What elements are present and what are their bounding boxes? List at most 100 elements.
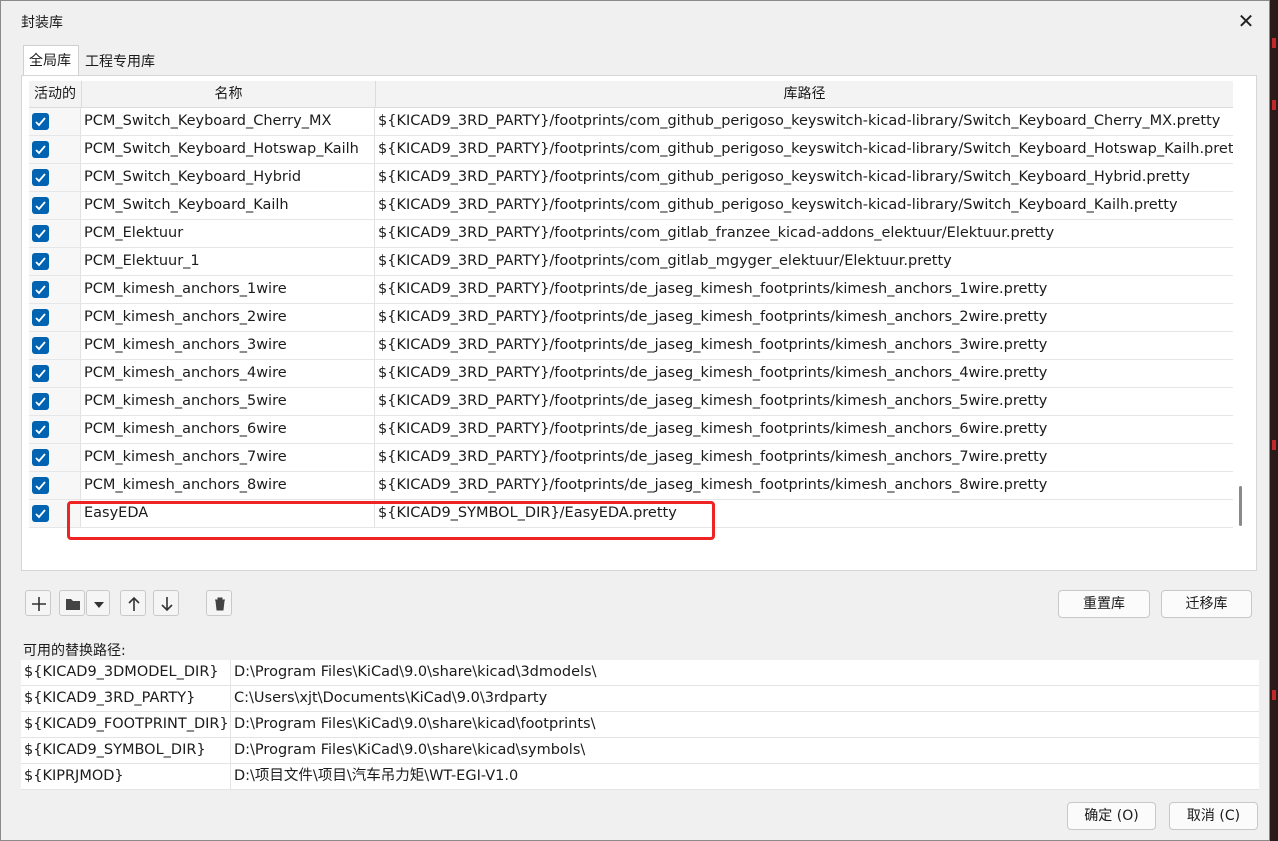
table-row[interactable]: PCM_kimesh_anchors_8wire ${KICAD9_3RD_PAR… [29,472,1233,500]
substitution-row[interactable]: ${KIPRJMOD} D:\项目文件\项目\汽车吊力矩\WT-EGI-V1.0 [21,764,1259,790]
active-checkbox[interactable] [32,113,49,130]
table-row[interactable]: PCM_Switch_Keyboard_Hybrid ${KICAD9_3RD_P… [29,164,1233,192]
active-checkbox[interactable] [32,253,49,270]
move-down-button[interactable] [153,590,179,616]
library-name-cell[interactable]: PCM_kimesh_anchors_4wire [82,360,375,387]
tab-global-libraries[interactable]: 全局库 [23,45,79,76]
library-name-cell[interactable]: PCM_kimesh_anchors_5wire [82,388,375,415]
substitution-value: D:\Program Files\KiCad\9.0\share\kicad\s… [234,742,586,758]
active-cell [29,192,81,219]
active-checkbox[interactable] [32,197,49,214]
table-row[interactable]: PCM_kimesh_anchors_2wire ${KICAD9_3RD_PAR… [29,304,1233,332]
library-table-panel: 活动的 名称 库路径 PCM_Switch_Keyboard_Cherry_MX… [21,75,1257,571]
table-row[interactable]: PCM_kimesh_anchors_3wire ${KICAD9_3RD_PAR… [29,332,1233,360]
table-row[interactable]: PCM_Elektuur ${KICAD9_3RD_PARTY}/footprin… [29,220,1233,248]
substitution-value: D:\Program Files\KiCad\9.0\share\kicad\f… [234,716,596,732]
active-checkbox[interactable] [32,281,49,298]
migrate-libraries-button[interactable]: 迁移库 [1161,590,1252,618]
library-path-cell[interactable]: ${KICAD9_3RD_PARTY}/footprints/com_githu… [376,136,1233,163]
library-name-cell[interactable]: PCM_kimesh_anchors_8wire [82,472,375,499]
substitution-row[interactable]: ${KICAD9_SYMBOL_DIR} D:\Program Files\KiC… [21,738,1259,764]
substitution-value: D:\项目文件\项目\汽车吊力矩\WT-EGI-V1.0 [234,768,519,784]
active-checkbox[interactable] [32,225,49,242]
library-path-cell[interactable]: ${KICAD9_3RD_PARTY}/footprints/com_gitla… [376,248,1233,275]
library-path-cell[interactable]: ${KICAD9_3RD_PARTY}/footprints/de_jaseg_… [376,416,1233,443]
library-path-cell[interactable]: ${KICAD9_3RD_PARTY}/footprints/com_githu… [376,108,1233,135]
table-row[interactable]: PCM_Switch_Keyboard_Kailh ${KICAD9_3RD_PA… [29,192,1233,220]
reset-libraries-button[interactable]: 重置库 [1058,590,1150,618]
library-path-cell[interactable]: ${KICAD9_3RD_PARTY}/footprints/com_githu… [376,192,1233,219]
checkmark-icon [35,313,46,323]
delete-library-button[interactable] [206,590,232,616]
substitution-value: D:\Program Files\KiCad\9.0\share\kicad\3… [234,664,597,680]
library-name-cell[interactable]: PCM_Elektuur_1 [82,248,375,275]
column-header-active[interactable]: 活动的 [29,81,82,107]
library-path-cell[interactable]: ${KICAD9_3RD_PARTY}/footprints/de_jaseg_… [376,444,1233,471]
active-checkbox[interactable] [32,449,49,466]
library-path-cell[interactable]: ${KICAD9_3RD_PARTY}/footprints/de_jaseg_… [376,332,1233,359]
add-library-button[interactable] [25,590,51,616]
library-path-cell[interactable]: ${KICAD9_3RD_PARTY}/footprints/de_jaseg_… [376,276,1233,303]
table-row[interactable]: PCM_kimesh_anchors_1wire ${KICAD9_3RD_PAR… [29,276,1233,304]
library-path-cell[interactable]: ${KICAD9_3RD_PARTY}/footprints/com_gitla… [376,220,1233,247]
active-checkbox[interactable] [32,421,49,438]
substitution-row[interactable]: ${KICAD9_3RD_PARTY} C:\Users\xjt\Document… [21,686,1259,712]
active-checkbox[interactable] [32,309,49,326]
annotation-highlight-box [67,501,715,540]
table-row[interactable]: PCM_kimesh_anchors_5wire ${KICAD9_3RD_PAR… [29,388,1233,416]
checkmark-icon [35,257,46,267]
library-name-cell[interactable]: PCM_kimesh_anchors_7wire [82,444,375,471]
trash-icon [215,597,225,611]
checkmark-icon [35,481,46,491]
active-checkbox[interactable] [32,141,49,158]
table-row[interactable]: PCM_Switch_Keyboard_Cherry_MX ${KICAD9_3R… [29,108,1233,136]
table-row[interactable]: PCM_Elektuur_1 ${KICAD9_3RD_PARTY}/footpr… [29,248,1233,276]
vertical-scrollbar[interactable] [1239,486,1242,526]
column-header-name[interactable]: 名称 [82,81,376,107]
library-path-cell[interactable]: ${KICAD9_3RD_PARTY}/footprints/com_githu… [376,164,1233,191]
library-name-cell[interactable]: PCM_kimesh_anchors_2wire [82,304,375,331]
library-name-cell[interactable]: PCM_Switch_Keyboard_Kailh [82,192,375,219]
table-body: PCM_Switch_Keyboard_Cherry_MX ${KICAD9_3R… [29,108,1233,528]
library-name-cell[interactable]: PCM_kimesh_anchors_1wire [82,276,375,303]
library-path-cell[interactable]: ${KICAD9_3RD_PARTY}/footprints/de_jaseg_… [376,388,1233,415]
library-name-cell[interactable]: PCM_Elektuur [82,220,375,247]
checkmark-icon [35,369,46,379]
ok-button[interactable]: 确定 (O) [1067,802,1156,830]
active-checkbox[interactable] [32,505,49,522]
browse-library-button[interactable] [59,590,85,616]
library-name-cell[interactable]: PCM_Switch_Keyboard_Hotswap_Kailh [82,136,375,163]
library-path-cell[interactable]: ${KICAD9_3RD_PARTY}/footprints/de_jaseg_… [376,472,1233,499]
active-cell [29,136,81,163]
substitution-row[interactable]: ${KICAD9_FOOTPRINT_DIR} D:\Program Files\… [21,712,1259,738]
library-name-cell[interactable]: PCM_kimesh_anchors_6wire [82,416,375,443]
library-name-cell[interactable]: PCM_kimesh_anchors_3wire [82,332,375,359]
active-checkbox[interactable] [32,169,49,186]
cancel-button[interactable]: 取消 (C) [1169,802,1258,830]
table-row[interactable]: PCM_kimesh_anchors_6wire ${KICAD9_3RD_PAR… [29,416,1233,444]
table-row[interactable]: PCM_Switch_Keyboard_Hotswap_Kailh ${KICAD… [29,136,1233,164]
checkmark-icon [35,145,46,155]
active-cell [29,360,81,387]
active-checkbox[interactable] [32,337,49,354]
table-row[interactable]: PCM_kimesh_anchors_4wire ${KICAD9_3RD_PAR… [29,360,1233,388]
arrow-up-icon [128,596,140,611]
active-checkbox[interactable] [32,393,49,410]
substitution-variable: ${KIPRJMOD} [21,764,231,789]
active-checkbox[interactable] [32,477,49,494]
substitution-row[interactable]: ${KICAD9_3DMODEL_DIR} D:\Program Files\Ki… [21,660,1259,686]
column-header-path[interactable]: 库路径 [376,81,1233,107]
library-name-cell[interactable]: PCM_Switch_Keyboard_Hybrid [82,164,375,191]
close-button[interactable]: ✕ [1223,1,1269,41]
footprint-library-dialog: 封装库 ✕ 全局库 工程专用库 活动的 名称 库路径 PCM_Switch_Ke… [0,0,1270,841]
active-checkbox[interactable] [32,365,49,382]
move-up-button[interactable] [120,590,146,616]
tab-project-libraries[interactable]: 工程专用库 [80,49,164,75]
library-path-cell[interactable]: ${KICAD9_3RD_PARTY}/footprints/de_jaseg_… [376,304,1233,331]
library-name-cell[interactable]: PCM_Switch_Keyboard_Cherry_MX [82,108,375,135]
substitution-paths-table: ${KICAD9_3DMODEL_DIR} D:\Program Files\Ki… [21,660,1259,790]
library-path-cell[interactable]: ${KICAD9_3RD_PARTY}/footprints/de_jaseg_… [376,360,1233,387]
table-row[interactable]: PCM_kimesh_anchors_7wire ${KICAD9_3RD_PAR… [29,444,1233,472]
library-table: 活动的 名称 库路径 PCM_Switch_Keyboard_Cherry_MX… [29,81,1233,547]
browse-options-dropdown[interactable] [86,590,110,616]
